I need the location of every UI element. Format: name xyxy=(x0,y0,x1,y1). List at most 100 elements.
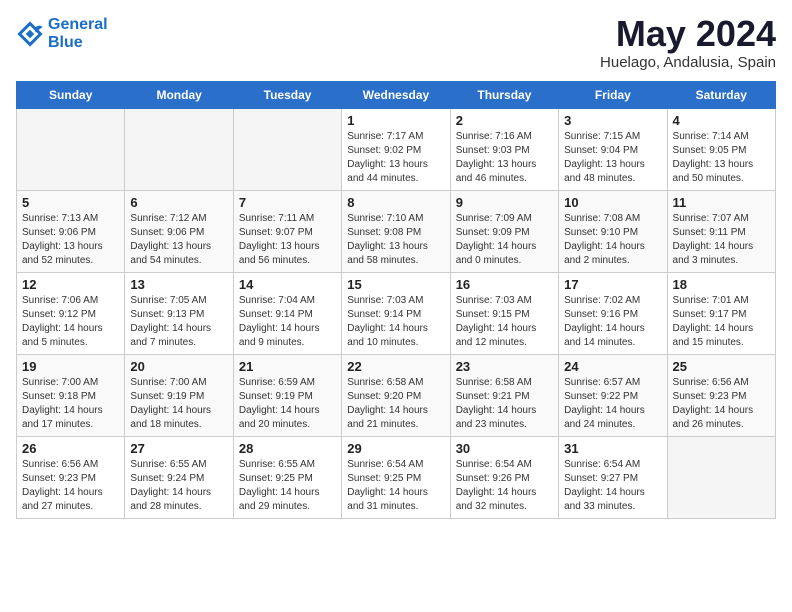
day-info: Sunrise: 6:56 AMSunset: 9:23 PMDaylight:… xyxy=(22,458,119,514)
weekday-header-sunday: Sunday xyxy=(17,82,125,109)
day-info: Sunrise: 7:04 AMSunset: 9:14 PMDaylight:… xyxy=(239,294,336,350)
calendar-cell: 28 Sunrise: 6:55 AMSunset: 9:25 PMDayligh… xyxy=(233,437,341,519)
day-info: Sunrise: 7:00 AMSunset: 9:18 PMDaylight:… xyxy=(22,376,119,432)
day-info: Sunrise: 6:58 AMSunset: 9:20 PMDaylight:… xyxy=(347,376,444,432)
day-info: Sunrise: 7:05 AMSunset: 9:13 PMDaylight:… xyxy=(130,294,227,350)
week-row: 26 Sunrise: 6:56 AMSunset: 9:23 PMDayligh… xyxy=(17,437,776,519)
day-info: Sunrise: 7:06 AMSunset: 9:12 PMDaylight:… xyxy=(22,294,119,350)
calendar-cell: 15Sunrise: 7:03 AMSunset: 9:14 PMDayligh… xyxy=(342,273,450,355)
calendar-cell xyxy=(17,109,125,191)
day-number: 19 xyxy=(22,359,119,374)
page-header: General Blue May 2024 Huelago, Andalusia… xyxy=(16,16,776,71)
title-area: May 2024 Huelago, Andalusia, Spain xyxy=(600,16,776,71)
day-number: 27 xyxy=(130,441,227,456)
day-number: 2 xyxy=(456,113,553,128)
day-info: Sunrise: 7:09 AMSunset: 9:09 PMDaylight:… xyxy=(456,212,553,268)
day-info: Sunrise: 7:03 AMSunset: 9:15 PMDaylight:… xyxy=(456,294,553,350)
day-number: 15 xyxy=(347,277,444,292)
weekday-header-friday: Friday xyxy=(559,82,667,109)
calendar-cell: 25 Sunrise: 6:56 AMSunset: 9:23 PMDayligh… xyxy=(667,355,775,437)
calendar-cell: 24 Sunrise: 6:57 AMSunset: 9:22 PMDayligh… xyxy=(559,355,667,437)
day-info: Sunrise: 7:11 AMSunset: 9:07 PMDaylight:… xyxy=(239,212,336,268)
day-number: 6 xyxy=(130,195,227,210)
calendar-cell: 9 Sunrise: 7:09 AMSunset: 9:09 PMDaylight… xyxy=(450,191,558,273)
day-number: 5 xyxy=(22,195,119,210)
weekday-header-row: SundayMondayTuesdayWednesdayThursdayFrid… xyxy=(17,82,776,109)
calendar-cell: 30 Sunrise: 6:54 AMSunset: 9:26 PMDayligh… xyxy=(450,437,558,519)
day-info: Sunrise: 7:00 AMSunset: 9:19 PMDaylight:… xyxy=(130,376,227,432)
day-info: Sunrise: 7:16 AMSunset: 9:03 PMDaylight:… xyxy=(456,130,553,186)
day-info: Sunrise: 7:15 AMSunset: 9:04 PMDaylight:… xyxy=(564,130,661,186)
day-info: Sunrise: 6:54 AMSunset: 9:25 PMDaylight:… xyxy=(347,458,444,514)
day-number: 30 xyxy=(456,441,553,456)
day-number: 26 xyxy=(22,441,119,456)
day-number: 8 xyxy=(347,195,444,210)
weekday-header-tuesday: Tuesday xyxy=(233,82,341,109)
day-info: Sunrise: 6:59 AMSunset: 9:19 PMDaylight:… xyxy=(239,376,336,432)
day-info: Sunrise: 7:10 AMSunset: 9:08 PMDaylight:… xyxy=(347,212,444,268)
day-number: 3 xyxy=(564,113,661,128)
calendar-cell: 27Sunrise: 6:55 AMSunset: 9:24 PMDayligh… xyxy=(125,437,233,519)
day-number: 23 xyxy=(456,359,553,374)
day-info: Sunrise: 6:55 AMSunset: 9:25 PMDaylight:… xyxy=(239,458,336,514)
calendar-cell: 1 Sunrise: 7:17 AMSunset: 9:02 PMDaylight… xyxy=(342,109,450,191)
weekday-header-wednesday: Wednesday xyxy=(342,82,450,109)
day-info: Sunrise: 6:57 AMSunset: 9:22 PMDaylight:… xyxy=(564,376,661,432)
calendar-cell: 21 Sunrise: 6:59 AMSunset: 9:19 PMDayligh… xyxy=(233,355,341,437)
day-number: 1 xyxy=(347,113,444,128)
day-info: Sunrise: 7:07 AMSunset: 9:11 PMDaylight:… xyxy=(673,212,770,268)
week-row: 5 Sunrise: 7:13 AMSunset: 9:06 PMDaylight… xyxy=(17,191,776,273)
day-number: 21 xyxy=(239,359,336,374)
weekday-header-monday: Monday xyxy=(125,82,233,109)
weekday-header-thursday: Thursday xyxy=(450,82,558,109)
day-number: 17 xyxy=(564,277,661,292)
day-number: 11 xyxy=(673,195,770,210)
day-number: 29 xyxy=(347,441,444,456)
day-number: 25 xyxy=(673,359,770,374)
day-number: 20 xyxy=(130,359,227,374)
week-row: 19 Sunrise: 7:00 AMSunset: 9:18 PMDayligh… xyxy=(17,355,776,437)
day-number: 16 xyxy=(456,277,553,292)
day-number: 13 xyxy=(130,277,227,292)
day-info: Sunrise: 7:17 AMSunset: 9:02 PMDaylight:… xyxy=(347,130,444,186)
day-info: Sunrise: 6:56 AMSunset: 9:23 PMDaylight:… xyxy=(673,376,770,432)
day-info: Sunrise: 7:12 AMSunset: 9:06 PMDaylight:… xyxy=(130,212,227,268)
day-info: Sunrise: 6:54 AMSunset: 9:27 PMDaylight:… xyxy=(564,458,661,514)
day-info: Sunrise: 7:02 AMSunset: 9:16 PMDaylight:… xyxy=(564,294,661,350)
day-info: Sunrise: 7:13 AMSunset: 9:06 PMDaylight:… xyxy=(22,212,119,268)
calendar-cell: 2 Sunrise: 7:16 AMSunset: 9:03 PMDaylight… xyxy=(450,109,558,191)
day-number: 31 xyxy=(564,441,661,456)
day-number: 10 xyxy=(564,195,661,210)
calendar-table: SundayMondayTuesdayWednesdayThursdayFrid… xyxy=(16,81,776,519)
day-info: Sunrise: 7:01 AMSunset: 9:17 PMDaylight:… xyxy=(673,294,770,350)
logo-text: General Blue xyxy=(48,16,108,51)
day-info: Sunrise: 7:08 AMSunset: 9:10 PMDaylight:… xyxy=(564,212,661,268)
calendar-cell xyxy=(667,437,775,519)
day-number: 28 xyxy=(239,441,336,456)
calendar-cell: 29 Sunrise: 6:54 AMSunset: 9:25 PMDayligh… xyxy=(342,437,450,519)
calendar-cell: 26 Sunrise: 6:56 AMSunset: 9:23 PMDayligh… xyxy=(17,437,125,519)
day-info: Sunrise: 6:58 AMSunset: 9:21 PMDaylight:… xyxy=(456,376,553,432)
day-number: 9 xyxy=(456,195,553,210)
day-number: 18 xyxy=(673,277,770,292)
day-number: 7 xyxy=(239,195,336,210)
calendar-cell: 31 Sunrise: 6:54 AMSunset: 9:27 PMDayligh… xyxy=(559,437,667,519)
calendar-cell: 7 Sunrise: 7:11 AMSunset: 9:07 PMDaylight… xyxy=(233,191,341,273)
day-number: 24 xyxy=(564,359,661,374)
day-info: Sunrise: 6:54 AMSunset: 9:26 PMDaylight:… xyxy=(456,458,553,514)
calendar-cell: 19 Sunrise: 7:00 AMSunset: 9:18 PMDayligh… xyxy=(17,355,125,437)
calendar-cell: 17 Sunrise: 7:02 AMSunset: 9:16 PMDayligh… xyxy=(559,273,667,355)
day-number: 12 xyxy=(22,277,119,292)
logo-icon xyxy=(16,20,44,48)
calendar-cell: 12 Sunrise: 7:06 AMSunset: 9:12 PMDayligh… xyxy=(17,273,125,355)
calendar-title: May 2024 xyxy=(600,16,776,52)
calendar-cell: 11 Sunrise: 7:07 AMSunset: 9:11 PMDayligh… xyxy=(667,191,775,273)
day-number: 4 xyxy=(673,113,770,128)
day-number: 22 xyxy=(347,359,444,374)
calendar-cell: 16 Sunrise: 7:03 AMSunset: 9:15 PMDayligh… xyxy=(450,273,558,355)
day-info: Sunrise: 7:14 AMSunset: 9:05 PMDaylight:… xyxy=(673,130,770,186)
calendar-cell: 14Sunrise: 7:04 AMSunset: 9:14 PMDayligh… xyxy=(233,273,341,355)
logo: General Blue xyxy=(16,16,108,51)
calendar-cell: 10 Sunrise: 7:08 AMSunset: 9:10 PMDayligh… xyxy=(559,191,667,273)
calendar-subtitle: Huelago, Andalusia, Spain xyxy=(600,54,776,71)
